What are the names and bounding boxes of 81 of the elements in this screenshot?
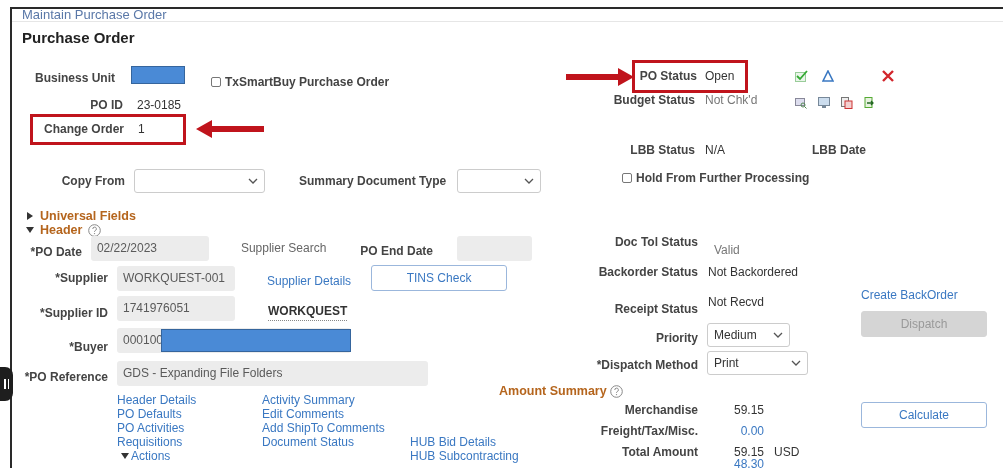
action-link[interactable]: Document Status [262,435,410,449]
field-value: 23-0185 [137,97,182,114]
triangle-icon[interactable] [822,70,834,82]
help-icon[interactable] [609,384,623,398]
field-value: Not Chk'd [705,92,759,109]
collapse-handle[interactable] [0,367,13,401]
field-label: Priority [655,330,698,347]
field-label: PO End Date [360,243,433,260]
chevron-down-icon [248,178,258,184]
amount-value[interactable]: 0.00 [698,423,764,438]
field-label: *Dispatch Method [595,357,698,374]
supplier-details-link[interactable]: Supplier Details [267,274,352,288]
reference-field[interactable]: GDS - Expanding File Folders [117,360,428,386]
action-link[interactable]: Requisitions [117,435,262,449]
date-field[interactable]: 02/22/2023 [90,235,209,261]
action-link[interactable]: HUB Bid Details [410,435,519,449]
breadcrumb-link[interactable]: Maintain Purchase Order [22,9,167,21]
action-link[interactable]: Activity Summary [262,393,410,407]
action-link[interactable]: Add ShipTo Comments [262,421,410,435]
field-label: Doc Tol Status [613,234,698,251]
section-title: Amount Summary [499,382,607,400]
field-value: N/A [705,142,726,159]
chevron-down-icon [524,178,535,184]
field-label: Change Order [43,121,124,138]
field-label: Business Unit [34,70,115,87]
field-label: LBB Status [629,142,695,159]
field-label: Supplier Search [240,240,327,257]
actions-menu[interactable]: Actions [131,449,171,463]
chevron-down-icon [791,360,801,366]
field-value: 1 [138,121,145,138]
field-label: *Supplier ID [39,305,108,322]
action-link[interactable]: Edit Comments [262,407,410,421]
field-label: Summary Document Type [299,173,447,190]
action-link[interactable]: PO Defaults [117,407,262,421]
amount-label: Freight/Tax/Misc. [599,423,698,438]
arrow-left-icon [196,120,264,138]
field-label: Backorder Status [597,264,698,281]
amount-value: 59.15 [732,444,764,459]
field-label: LBB Date [812,142,866,159]
field-label: *Buyer [68,339,108,356]
field-value: Open [705,68,736,85]
close-icon[interactable] [882,70,894,82]
currency-code: USD [774,444,800,459]
field-label: PO Status [638,68,697,85]
action-button[interactable]: TINS Check [371,265,508,291]
field-label: *PO Reference [23,369,108,386]
field-label: Copy From [60,173,125,190]
help-icon[interactable] [88,223,102,237]
field-label: Budget Status [612,92,695,109]
amount-label: Total Amount [621,444,698,459]
monitor-icon[interactable] [818,97,830,109]
chevron-down-icon [773,332,783,338]
checkmark-icon[interactable] [795,70,808,82]
supplier-field[interactable]: WORKQUEST-001 [117,265,235,291]
field-label: Receipt Status [613,301,698,318]
checkbox-option[interactable]: Hold From Further Processing [622,169,810,187]
field-value: Valid [714,242,740,257]
action-button[interactable]: Calculate [861,402,987,428]
dispatch-method-select[interactable]: Print [707,351,808,375]
amount-value: 59.15 [732,402,764,417]
document-icon[interactable] [841,97,853,109]
supplier-name: WORKQUEST [268,301,348,321]
create-backorder-link[interactable]: Create BackOrder [861,288,1003,302]
supplier-id-field[interactable]: 1741976051 [117,295,235,321]
redaction-block [131,66,185,84]
action-link[interactable]: HUB Subcontracting [410,449,519,463]
action-link[interactable]: Header Details [117,393,262,407]
page-arrow-icon[interactable] [864,97,875,109]
field-label: *PO Date [29,244,82,261]
field-value: Not Backordered [708,264,799,281]
checkbox-option[interactable]: TxSmartBuy Purchase Order [211,73,390,91]
field-label: *Supplier [54,270,108,287]
page-title: Purchase Order [22,29,135,46]
amount-value[interactable]: 48.30 [532,459,764,468]
field-value: Not Recvd [708,294,765,311]
action-link[interactable]: PO Activities [117,421,262,435]
field-label: PO ID [89,97,123,114]
arrow-right-icon [566,68,634,86]
amount-label: Merchandise [623,402,698,417]
document-search-icon[interactable] [795,97,807,109]
priority-select[interactable]: Medium [707,323,790,347]
